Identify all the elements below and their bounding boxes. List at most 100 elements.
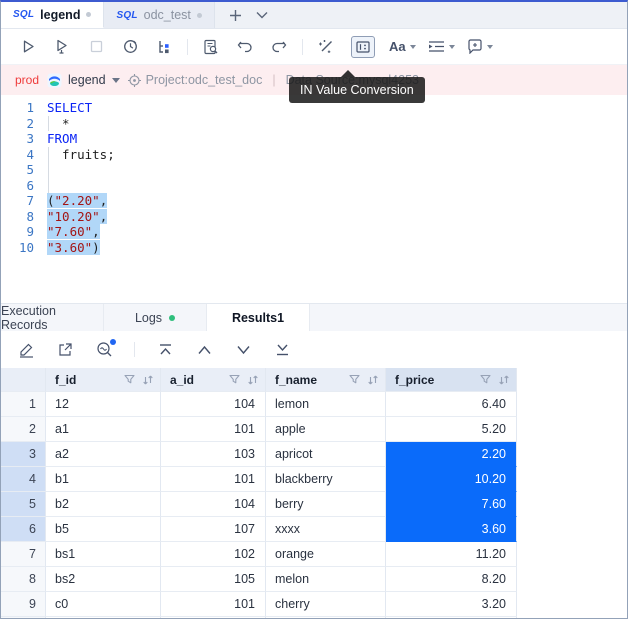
results-tab-execution-records[interactable]: Execution Records xyxy=(1,304,104,332)
cell-a_id[interactable]: 101 xyxy=(161,592,266,617)
cell-a_id[interactable]: 104 xyxy=(161,392,266,417)
cell-a_id[interactable]: 103 xyxy=(161,442,266,467)
cell-f_price[interactable]: 3.20 xyxy=(386,592,517,617)
row-filler xyxy=(517,492,627,517)
cell-f_price[interactable]: 6.40 xyxy=(386,392,517,417)
cell-a_id[interactable]: 105 xyxy=(161,567,266,592)
row-number-cell[interactable]: 1 xyxy=(1,392,46,417)
line-number: 7 xyxy=(26,193,34,208)
cell-f_price[interactable]: 11.20 xyxy=(386,542,517,567)
indent-guide xyxy=(48,115,49,131)
cell-f_name[interactable]: melon xyxy=(266,567,386,592)
case-conversion-dropdown[interactable]: Aa xyxy=(389,39,416,54)
cell-f_id[interactable]: b5 xyxy=(46,517,161,542)
column-header-f_price[interactable]: f_price xyxy=(386,368,517,392)
editor-tab-odc_test[interactable]: SQL odc_test xyxy=(104,2,215,28)
filter-icon[interactable] xyxy=(480,374,491,385)
cell-f_name[interactable]: lemon xyxy=(266,392,386,417)
cell-f_price[interactable]: 2.20 xyxy=(386,442,517,467)
cell-f_id[interactable]: bs2 xyxy=(46,567,161,592)
row-number-cell[interactable]: 4 xyxy=(1,467,46,492)
cell-f_name[interactable]: blackberry xyxy=(266,467,386,492)
row-number-cell[interactable]: 9 xyxy=(1,592,46,617)
run-current-statement-icon[interactable] xyxy=(49,35,75,59)
cell-f_name[interactable]: orange xyxy=(266,542,386,567)
table-row: 2 a1 101 apple 5.20 xyxy=(1,417,627,442)
cell-f_name[interactable]: apple xyxy=(266,417,386,442)
edit-icon[interactable] xyxy=(17,341,35,359)
sort-icon[interactable] xyxy=(247,374,259,386)
cell-f_price[interactable]: 3.60 xyxy=(386,517,517,542)
next-row-icon[interactable] xyxy=(234,341,252,359)
editor-tab-bar: SQL legend SQL odc_test xyxy=(1,2,627,29)
scroll-to-bottom-icon[interactable] xyxy=(273,341,291,359)
cell-f_name[interactable]: xxxx xyxy=(266,517,386,542)
cell-a_id[interactable]: 102 xyxy=(161,542,266,567)
cell-f_id[interactable]: a2 xyxy=(46,442,161,467)
cell-f_id[interactable]: c0 xyxy=(46,592,161,617)
redo-icon[interactable] xyxy=(266,35,292,59)
cell-a_id[interactable]: 101 xyxy=(161,417,266,442)
sort-icon[interactable] xyxy=(367,374,379,386)
explain-plan-icon[interactable] xyxy=(198,35,224,59)
column-header-f_name[interactable]: f_name xyxy=(266,368,386,392)
run-icon[interactable] xyxy=(15,35,41,59)
breadcrumb-divider: | xyxy=(272,73,276,87)
cell-a_id[interactable]: 101 xyxy=(161,467,266,492)
export-icon[interactable] xyxy=(56,341,74,359)
snippet-dropdown[interactable] xyxy=(467,39,493,54)
row-filler xyxy=(517,542,627,567)
filter-icon[interactable] xyxy=(229,374,240,385)
cell-f_id[interactable]: bs1 xyxy=(46,542,161,567)
cell-f_name[interactable]: berry xyxy=(266,492,386,517)
cell-f_id[interactable]: b1 xyxy=(46,467,161,492)
new-tab-button[interactable] xyxy=(229,9,242,22)
sql-console-window: SQL legend SQL odc_test Aa prod legend P… xyxy=(0,0,628,619)
cell-f_price[interactable]: 10.20 xyxy=(386,467,517,492)
cell-f_id[interactable]: b2 xyxy=(46,492,161,517)
code-line-content: "7.60", xyxy=(47,224,100,240)
timer-icon[interactable] xyxy=(117,35,143,59)
row-number-cell[interactable]: 6 xyxy=(1,517,46,542)
cell-a_id[interactable]: 104 xyxy=(161,492,266,517)
cell-f_name[interactable]: cherry xyxy=(266,592,386,617)
row-filler xyxy=(517,592,627,617)
cell-f_price[interactable]: 7.60 xyxy=(386,492,517,517)
filter-icon[interactable] xyxy=(124,374,135,385)
cell-f_name[interactable]: apricot xyxy=(266,442,386,467)
column-header-a_id[interactable]: a_id xyxy=(161,368,266,392)
plan-analysis-icon[interactable] xyxy=(95,338,116,359)
filter-icon[interactable] xyxy=(349,374,360,385)
row-number-cell[interactable]: 2 xyxy=(1,417,46,442)
cell-f_id[interactable]: 12 xyxy=(46,392,161,417)
connection-dropdown[interactable]: legend xyxy=(47,73,120,88)
sql-toolbar: Aa xyxy=(1,29,627,65)
header-row-number-cell[interactable] xyxy=(1,368,46,392)
cell-f_price[interactable]: 5.20 xyxy=(386,417,517,442)
sql-editor[interactable]: 1 SELECT 2 * 3 FROM 4 fruits; 5 6 7 ("2.20", 8 "10.… xyxy=(1,95,627,303)
sort-icon[interactable] xyxy=(142,374,154,386)
scroll-to-top-icon[interactable] xyxy=(156,341,174,359)
in-value-conversion-icon[interactable] xyxy=(351,35,375,58)
column-header-f_id[interactable]: f_id xyxy=(46,368,161,392)
editor-tab-legend[interactable]: SQL legend xyxy=(1,2,105,28)
results-tab-results1[interactable]: Results1 xyxy=(207,304,310,331)
results-tab-logs[interactable]: Logs xyxy=(104,304,207,331)
table-row: 8 bs2 105 melon 8.20 xyxy=(1,567,627,592)
sort-icon[interactable] xyxy=(498,374,510,386)
execution-plan-tree-icon[interactable] xyxy=(151,35,177,59)
stop-icon[interactable] xyxy=(83,35,109,59)
row-number-cell[interactable]: 8 xyxy=(1,567,46,592)
row-number-cell[interactable]: 3 xyxy=(1,442,46,467)
tab-list-dropdown-icon[interactable] xyxy=(256,11,268,19)
format-wand-icon[interactable] xyxy=(313,35,339,59)
cell-f_id[interactable]: a1 xyxy=(46,417,161,442)
caret-down-icon xyxy=(448,44,455,49)
row-number-cell[interactable]: 7 xyxy=(1,542,46,567)
previous-row-icon[interactable] xyxy=(195,341,213,359)
undo-icon[interactable] xyxy=(232,35,258,59)
row-number-cell[interactable]: 5 xyxy=(1,492,46,517)
indent-conversion-dropdown[interactable] xyxy=(428,40,455,53)
cell-f_price[interactable]: 8.20 xyxy=(386,567,517,592)
cell-a_id[interactable]: 107 xyxy=(161,517,266,542)
